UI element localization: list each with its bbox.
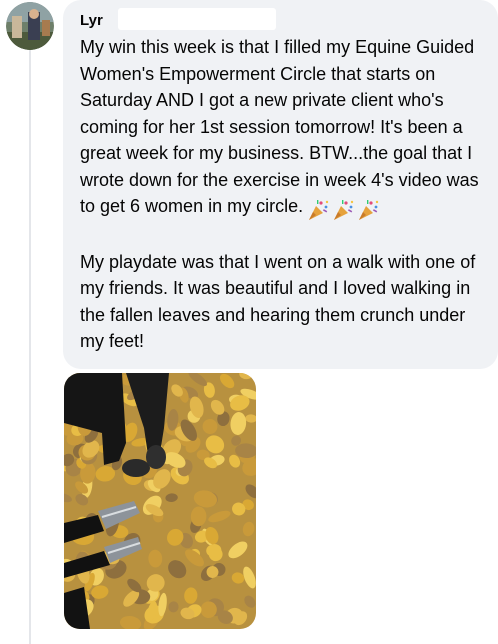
thread-line [29, 50, 31, 644]
comment-author[interactable]: Lyr [80, 12, 103, 29]
comment-thread: Lyr My win this week is that I filled my… [0, 0, 498, 644]
fallen-leaves-photo-icon [64, 373, 256, 629]
comment-body: My win this week is that I filled my Equ… [80, 32, 486, 355]
comment-bubble: Lyr My win this week is that I filled my… [63, 0, 498, 369]
party-popper-icon [307, 199, 331, 221]
comment-paragraph-win: My win this week is that I filled my Equ… [80, 34, 486, 223]
author-name-redaction [118, 8, 276, 30]
partial-reaction-count [474, 636, 492, 644]
party-emojis [307, 196, 382, 223]
avatar[interactable] [6, 2, 54, 50]
party-popper-icon [332, 199, 356, 221]
attachment-photo[interactable] [64, 373, 256, 629]
partial-action-row [82, 636, 98, 644]
party-popper-icon [357, 199, 381, 221]
comment-paragraph-playdate: My playdate was that I went on a walk wi… [80, 251, 476, 352]
